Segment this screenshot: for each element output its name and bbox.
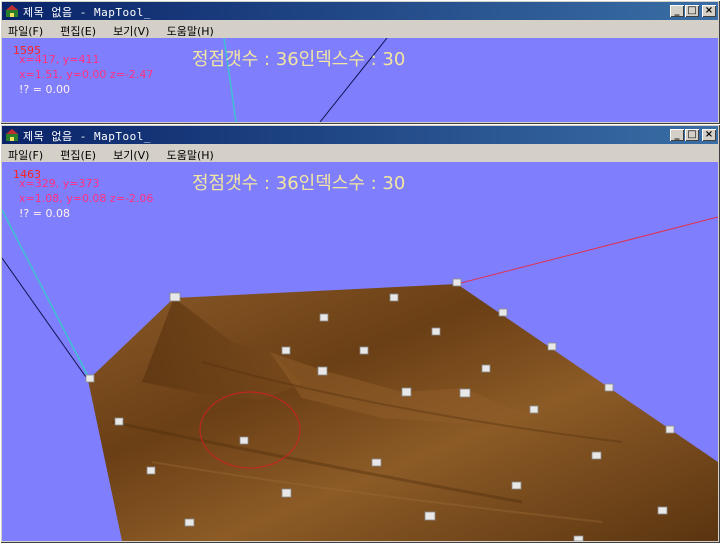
minimize-button[interactable]: _	[670, 129, 684, 141]
vertex-index-summary: 정점갯수 : 36인덱스수 : 30	[192, 173, 406, 194]
angle-readout: !? = 0.00	[19, 83, 70, 96]
angle-readout: !? = 0.08	[19, 207, 70, 220]
menu-file[interactable]: 파일(F)	[2, 21, 49, 39]
menu-help[interactable]: 도움말(H)	[161, 145, 220, 163]
menu-help[interactable]: 도움말(H)	[161, 21, 220, 39]
axis-line-cyan	[2, 209, 91, 381]
title-bar[interactable]: 제목 없음 - MapTool_ _ □ ×	[2, 126, 718, 144]
app-icon	[6, 5, 18, 17]
world-coords: x=1.08, y=0.08 z=-2.06	[19, 192, 154, 205]
mouse-coords: x=329, y=373	[19, 177, 100, 190]
maptool-window-back[interactable]: 제목 없음 - MapTool_ _ □ × 파일(F) 편집(E) 보기(V)…	[0, 0, 720, 124]
render-viewport[interactable]: 1595 x=417, y=411 x=1.51, y=0.00 z=-2.47…	[2, 38, 718, 122]
maximize-button[interactable]: □	[685, 129, 699, 141]
close-button[interactable]: ×	[702, 129, 716, 141]
vertex-index-summary: 정점갯수 : 36인덱스수 : 30	[192, 49, 406, 70]
close-button[interactable]: ×	[702, 5, 716, 17]
maptool-window-front[interactable]: 제목 없음 - MapTool_ _ □ × 파일(F) 편집(E) 보기(V)…	[0, 124, 720, 543]
axis-line-red	[456, 216, 718, 285]
maximize-button[interactable]: □	[685, 5, 699, 17]
axis-line-dark	[2, 257, 89, 381]
menu-bar: 파일(F) 편집(E) 보기(V) 도움말(H)	[2, 20, 718, 38]
menu-edit[interactable]: 편집(E)	[54, 21, 102, 39]
menu-file[interactable]: 파일(F)	[2, 145, 49, 163]
menu-bar: 파일(F) 편집(E) 보기(V) 도움말(H)	[2, 144, 718, 162]
title-bar[interactable]: 제목 없음 - MapTool_ _ □ ×	[2, 2, 718, 20]
menu-view[interactable]: 보기(V)	[107, 145, 155, 163]
minimize-button[interactable]: _	[670, 5, 684, 17]
menu-view[interactable]: 보기(V)	[107, 21, 155, 39]
menu-edit[interactable]: 편집(E)	[54, 145, 102, 163]
window-title: 제목 없음 - MapTool_	[23, 130, 151, 143]
hud-stats: x=417, y=411 x=1.51, y=0.00 z=-2.47 !? =…	[19, 52, 153, 97]
hud-stats: x=329, y=373 x=1.08, y=0.08 z=-2.06 !? =…	[19, 176, 153, 221]
render-viewport[interactable]: 1463 x=329, y=373 x=1.08, y=0.08 z=-2.06…	[2, 162, 718, 541]
mouse-coords: x=417, y=411	[19, 53, 100, 66]
window-title: 제목 없음 - MapTool_	[23, 6, 151, 19]
app-icon	[6, 129, 18, 141]
world-coords: x=1.51, y=0.00 z=-2.47	[19, 68, 154, 81]
